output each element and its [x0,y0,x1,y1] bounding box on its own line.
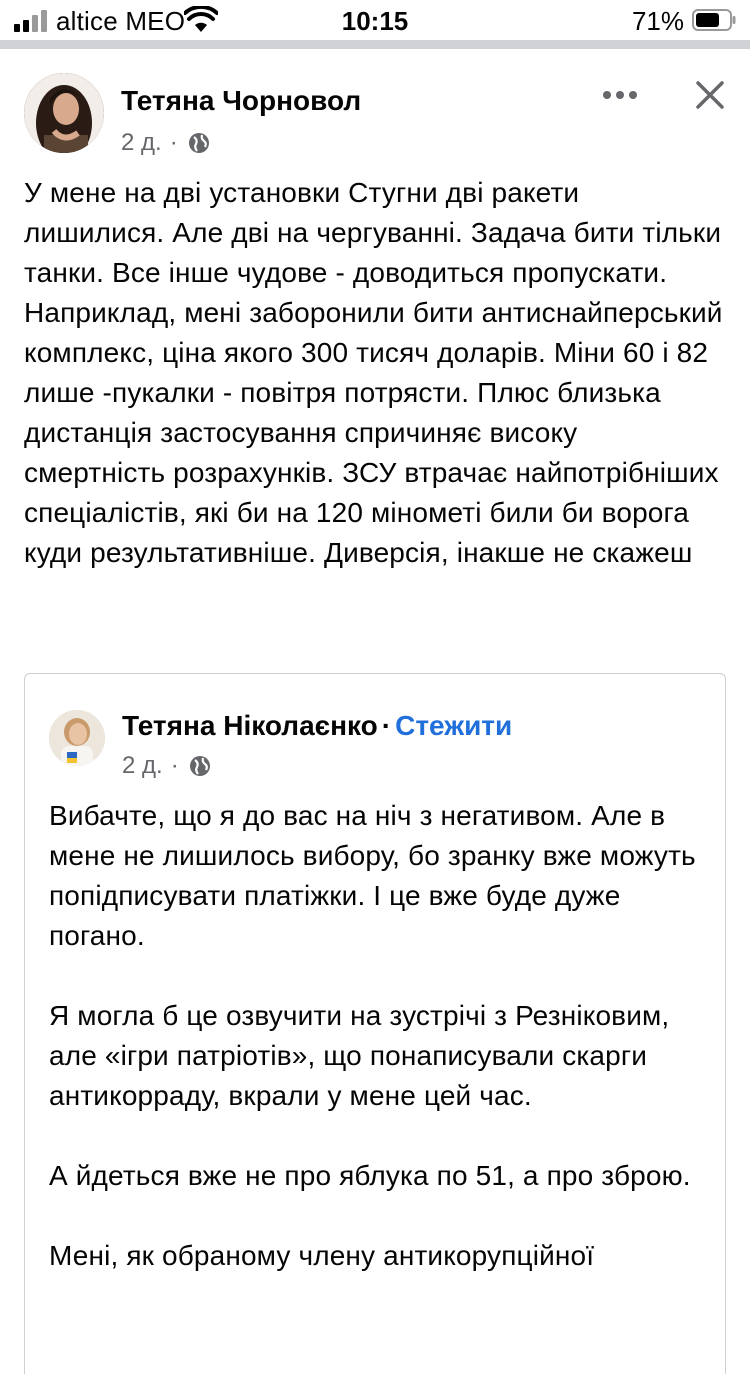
globe-icon [189,756,210,776]
shared-paragraph: Я могла б це озвучити на зустрічі з Резн… [49,1000,670,1111]
close-icon[interactable] [690,75,730,115]
battery-icon [692,9,736,31]
follow-button[interactable]: Стежити [395,710,512,741]
follow-separator: · [381,710,392,741]
battery-percentage: 71% [631,6,684,36]
globe-icon [188,133,209,153]
shared-post-body: Вибачте, що я до вас на ніч з негативом.… [49,796,709,1316]
more-options-icon[interactable] [600,85,640,105]
shared-paragraph: Вибачте, що я до вас на ніч з негативом.… [49,800,696,951]
shared-paragraph: Мені, як обраному члену антикорупційної [49,1240,595,1271]
shared-meta-separator: · [170,752,179,779]
shared-paragraph: А йдеться вже не про яблука по 51, а про… [49,1160,691,1191]
shared-author-avatar[interactable] [49,710,105,766]
shared-author-name[interactable]: Тетяна Ніколаєнко [122,710,378,741]
meta-separator: · [169,129,178,156]
header-divider [0,40,750,49]
shared-post-timestamp[interactable]: 2 д. [122,752,163,780]
post-body-text: У мене на дві установки Стугни дві ракет… [24,177,723,568]
post-author-name[interactable]: Тетяна Чорновол [121,85,361,117]
post-timestamp[interactable]: 2 д. [121,129,162,157]
author-avatar[interactable] [24,73,104,153]
shared-post-card[interactable]: Тетяна Ніколаєнко · Стежити 2 д. · Вибачте… [24,673,726,1374]
shared-author-line: Тетяна Ніколаєнко · Стежити [122,710,512,742]
status-bar: altice MEO 10:15 71% [0,0,750,40]
post-meta: 2 д. · [121,129,210,157]
shared-post-meta: 2 д. · [122,752,211,780]
